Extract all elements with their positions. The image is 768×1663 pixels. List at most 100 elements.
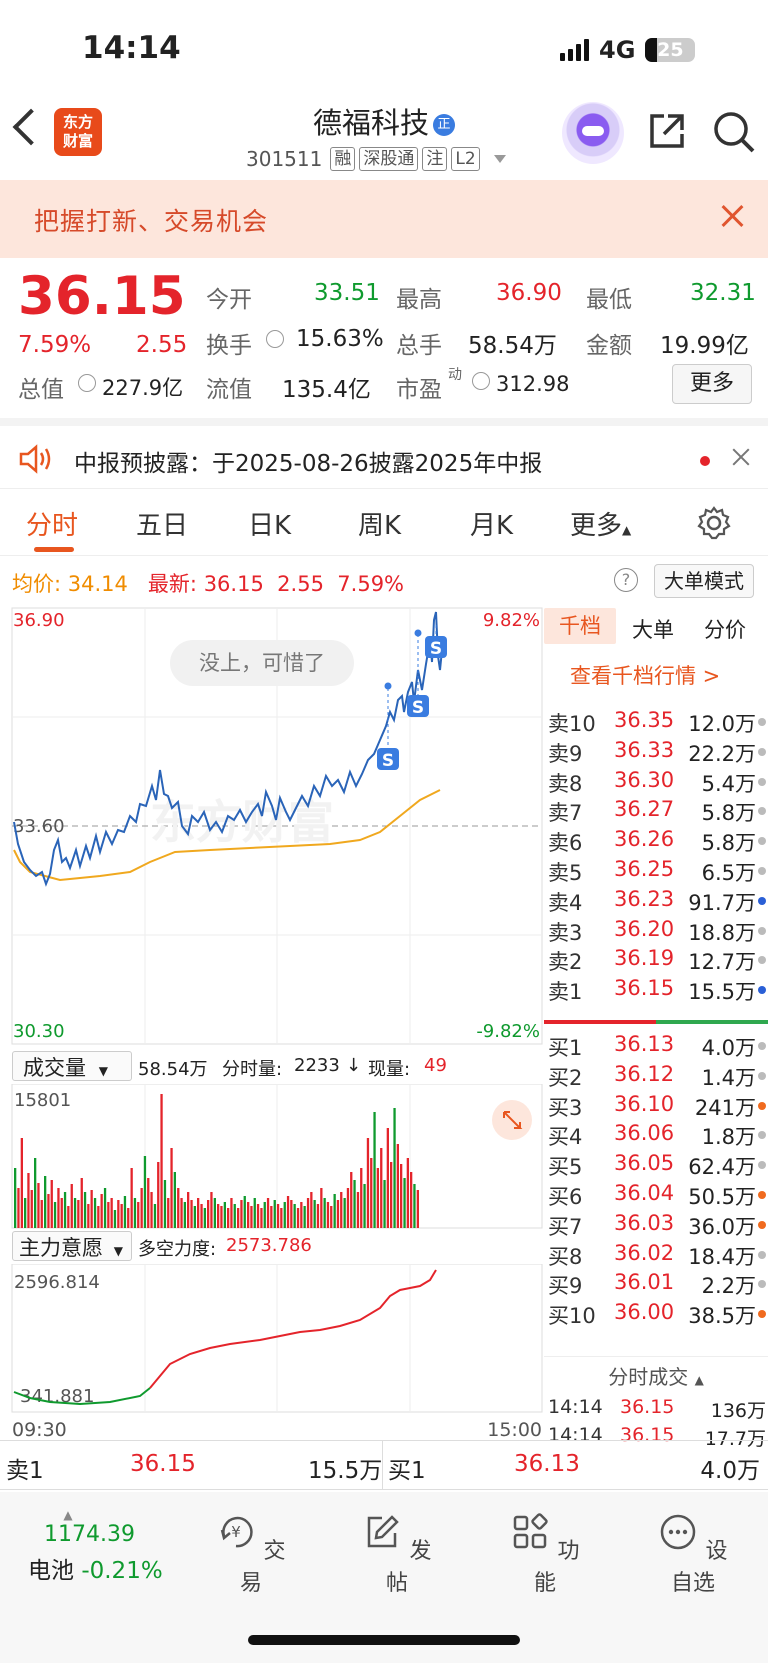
bid-volume: 18.4万 xyxy=(688,1244,756,1269)
volume-bar xyxy=(393,1108,396,1228)
help-icon[interactable]: ? xyxy=(614,568,638,592)
volume-bar xyxy=(237,1208,240,1228)
ask-volume: 5.4万 xyxy=(701,771,756,796)
bid-level: 买1 xyxy=(548,1036,583,1060)
trades-header[interactable]: 分时成交 ▲ xyxy=(544,1356,768,1390)
volume-bar xyxy=(373,1112,376,1228)
bid-row[interactable]: 买2 36.12 1.4万 xyxy=(544,1062,768,1092)
mktcap-label: 总值 xyxy=(18,377,64,403)
close-icon[interactable] xyxy=(730,446,752,468)
volume-bar xyxy=(20,1138,23,1228)
volume-chart[interactable]: 15801 xyxy=(0,1084,544,1230)
bid-row[interactable]: 买10 36.00 38.5万 xyxy=(544,1300,768,1330)
bid-price: 36.05 xyxy=(614,1151,675,1176)
ask-row[interactable]: 卖6 36.26 5.8万 xyxy=(544,827,768,857)
notice-bar[interactable]: 中报预披露：于2025-08-26披露2025年中报 xyxy=(0,418,768,488)
pe-label: 市盈 xyxy=(396,377,442,403)
ask-row[interactable]: 卖4 36.23 91.7万 xyxy=(544,887,768,917)
bid-level: 买3 xyxy=(548,1095,583,1120)
ask-row[interactable]: 卖2 36.19 12.7万 xyxy=(544,946,768,976)
ask-row[interactable]: 卖8 36.30 5.4万 xyxy=(544,768,768,798)
promo-banner[interactable]: 把握打新、交易机会 xyxy=(0,180,768,258)
volume-bar xyxy=(97,1206,100,1228)
tab-depth[interactable]: 千档 xyxy=(544,608,616,644)
sell-marker-2[interactable]: S xyxy=(407,695,429,718)
ask-row[interactable]: 卖9 36.33 22.2万 xyxy=(544,738,768,768)
volume-bar xyxy=(340,1192,343,1228)
volume-bar xyxy=(293,1204,296,1228)
bid-row[interactable]: 买5 36.05 62.4万 xyxy=(544,1151,768,1181)
volume-bar xyxy=(110,1198,113,1228)
bid-level: 买4 xyxy=(548,1125,583,1150)
info-icon[interactable] xyxy=(472,372,490,390)
search-icon[interactable] xyxy=(712,110,756,154)
force-chart[interactable]: 2596.814 341.881 09:30 15:00 xyxy=(0,1264,544,1440)
now-volume-label: 现量: xyxy=(368,1059,411,1080)
best-bid-label: 买1 xyxy=(388,1458,426,1484)
ask-row[interactable]: 卖3 36.20 18.8万 xyxy=(544,917,768,947)
bid-row[interactable]: 买6 36.04 50.5万 xyxy=(544,1181,768,1211)
info-icon[interactable] xyxy=(78,374,96,392)
volume-bar xyxy=(363,1184,366,1228)
big-order-mode-button[interactable]: 大单模式 xyxy=(654,564,754,598)
nav-functions[interactable]: 功能 xyxy=(500,1512,590,1597)
nav-post[interactable]: 发帖 xyxy=(352,1512,442,1597)
volume-bar xyxy=(410,1172,413,1228)
tab-big-orders[interactable]: 大单 xyxy=(632,614,674,644)
bid-row[interactable]: 买9 36.01 2.2万 xyxy=(544,1270,768,1300)
sell-marker-3[interactable]: S xyxy=(425,636,447,659)
latest-change: 2.55 xyxy=(277,572,324,596)
tab-more[interactable]: 更多▲ xyxy=(570,505,631,542)
share-icon[interactable] xyxy=(646,110,688,152)
ask-level: 卖5 xyxy=(548,861,583,885)
more-circle-icon xyxy=(661,1514,696,1550)
tab-daily-k[interactable]: 日K xyxy=(248,505,291,542)
home-indicator xyxy=(248,1635,520,1645)
ask-row[interactable]: 卖10 36.35 12.0万 xyxy=(544,708,768,738)
ask-level: 卖9 xyxy=(548,741,583,766)
tag-connect: 深股通 xyxy=(359,147,419,171)
nav-watchlist[interactable]: 设自选 xyxy=(648,1512,738,1597)
view-depth-link[interactable]: 查看千档行情 > xyxy=(570,660,720,690)
bid-level: 买6 xyxy=(548,1185,583,1209)
tab-intraday[interactable]: 分时 xyxy=(26,505,78,542)
big-order-dot xyxy=(758,747,766,756)
tab-monthly-k[interactable]: 月K xyxy=(470,505,513,542)
volume-indicator-select[interactable]: 成交量 ▼ xyxy=(12,1051,132,1081)
volume-bar xyxy=(383,1180,386,1228)
bid-row[interactable]: 买1 36.13 4.0万 xyxy=(544,1032,768,1062)
volume-bar xyxy=(300,1202,303,1228)
force-indicator-select[interactable]: 主力意愿 ▼ xyxy=(12,1231,132,1261)
tab-price-distribution[interactable]: 分价 xyxy=(704,614,746,644)
gear-icon[interactable] xyxy=(696,505,732,541)
more-button[interactable]: 更多 xyxy=(672,364,752,404)
volume-bar xyxy=(213,1198,216,1228)
ask-row[interactable]: 卖7 36.27 5.8万 xyxy=(544,797,768,827)
tab-five-day[interactable]: 五日 xyxy=(136,505,188,542)
volume-bar xyxy=(173,1172,176,1228)
ask-row[interactable]: 卖1 36.15 15.5万 xyxy=(544,976,768,1006)
sector-index[interactable]: ▲ 1174.39 电池 -0.21% xyxy=(20,1508,170,1585)
volume-bar xyxy=(123,1196,127,1228)
avg-label: 均价: xyxy=(12,572,62,596)
nav-trade[interactable]: ¥ 交易 xyxy=(206,1512,296,1597)
bottom-nav: ▲ 1174.39 电池 -0.21% ¥ 交易 发帖 功能 设自选 xyxy=(0,1492,768,1663)
amount-label: 金额 xyxy=(586,333,632,359)
info-icon[interactable] xyxy=(266,330,284,348)
bid-price: 36.10 xyxy=(614,1091,675,1116)
big-order-dot xyxy=(758,837,766,846)
bid-row[interactable]: 买8 36.02 18.4万 xyxy=(544,1241,768,1271)
bid-row[interactable]: 买4 36.06 1.8万 xyxy=(544,1121,768,1151)
quote-panel: 36.15 7.59% 2.55 总值 227.9亿 今开 33.51 最高 3… xyxy=(0,258,768,418)
close-icon[interactable] xyxy=(718,202,746,230)
stock-code-row[interactable]: 301511 融 深股通 注 L2 xyxy=(246,147,506,171)
tab-weekly-k[interactable]: 周K xyxy=(358,505,401,542)
volume-bar xyxy=(27,1173,30,1228)
bid-row[interactable]: 买7 36.03 36.0万 xyxy=(544,1211,768,1241)
bid-row[interactable]: 买3 36.10 241万 xyxy=(544,1092,768,1122)
assistant-robot-icon[interactable] xyxy=(562,102,624,164)
sell-marker-1[interactable]: S xyxy=(377,748,399,771)
ask-row[interactable]: 卖5 36.25 6.5万 xyxy=(544,857,768,887)
ask-volume: 12.0万 xyxy=(688,712,756,736)
intraday-price-chart[interactable]: 东方财富 36.90 9.82% 33.60 30.30 -9.82% 没上，可… xyxy=(0,600,544,1050)
